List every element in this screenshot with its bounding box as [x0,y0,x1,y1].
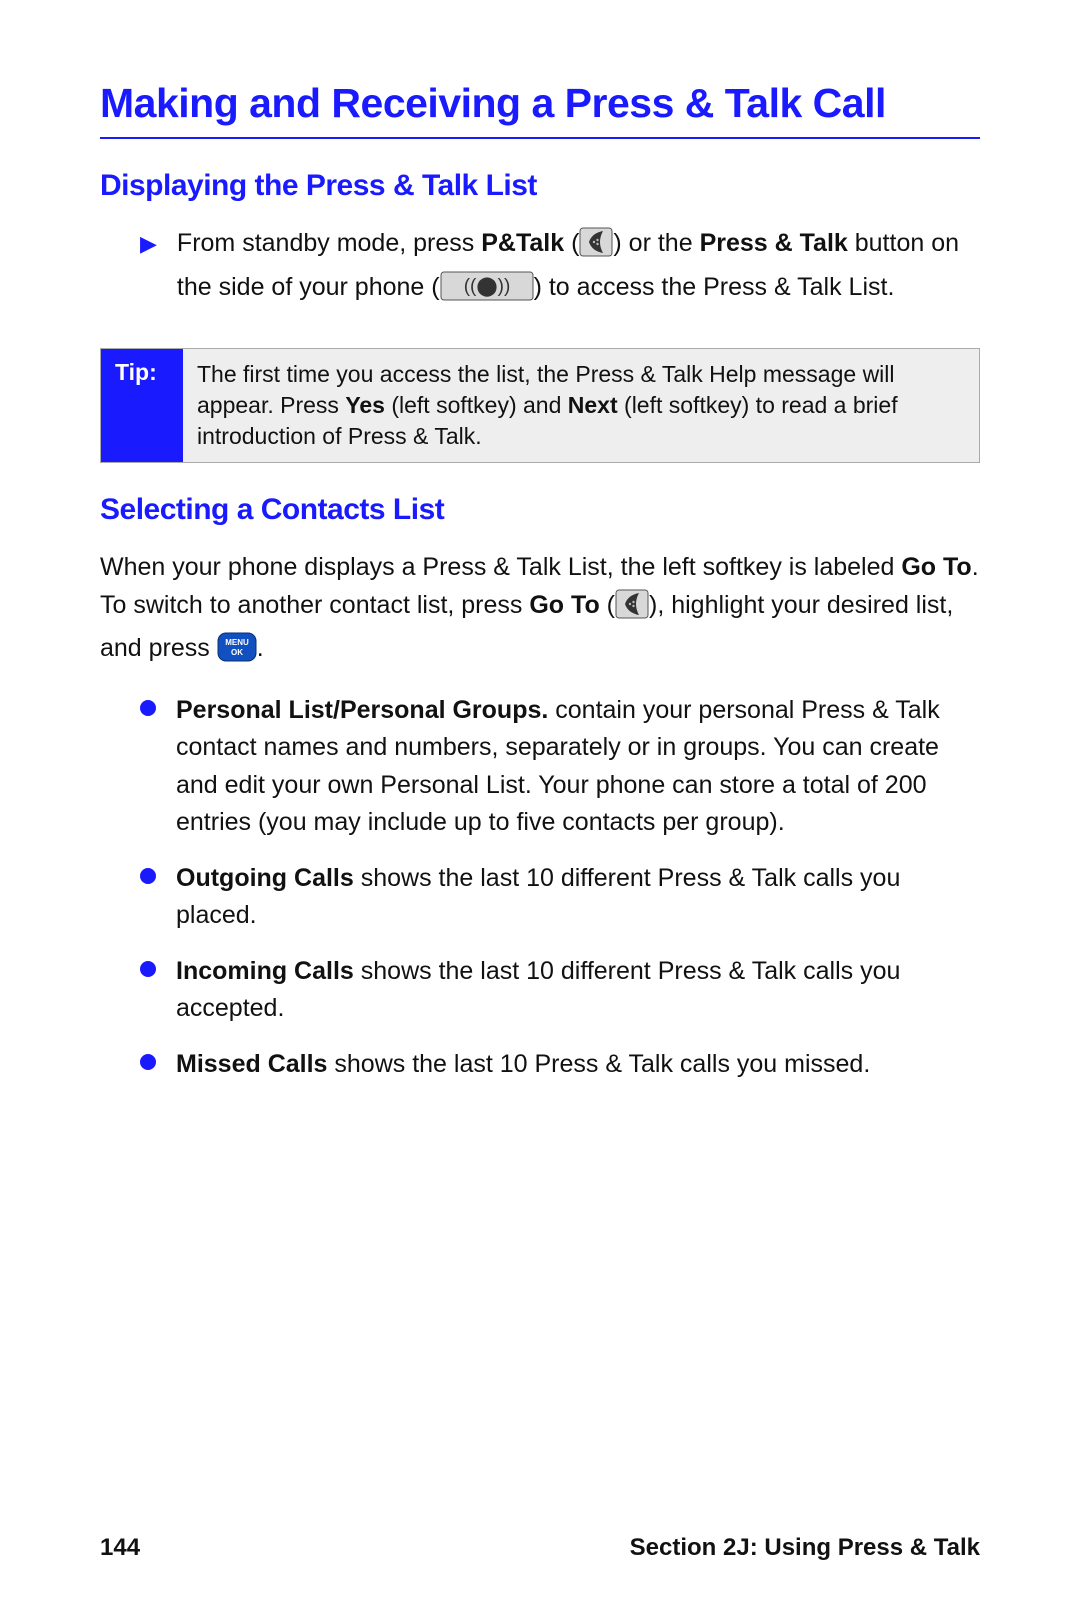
menu-ok-key-icon: MENU OK [217,632,257,674]
contacts-list-options: Personal List/Personal Groups. contain y… [140,692,980,1084]
text-bold: P&Talk [481,229,564,257]
list-item: Incoming Calls shows the last 10 differe… [140,953,980,1028]
text-bold: Go To [529,591,599,619]
text-bold: Yes [345,392,385,418]
text: (left softkey) and [385,392,568,418]
side-button-icon: ((⬤)) [440,271,534,313]
text-bold: Outgoing Calls [176,864,354,892]
ptalk-softkey-icon [579,227,613,269]
svg-text:((⬤)): ((⬤)) [463,276,510,297]
paragraph: When your phone displays a Press & Talk … [100,549,980,674]
heading-display-list: Displaying the Press & Talk List [100,169,980,203]
step-row: ▶ From standby mode, press P&Talk ( ) or… [140,225,980,312]
svg-text:OK: OK [231,648,243,657]
text: ( [600,591,615,619]
ptalk-softkey-icon [615,589,649,631]
list-item: Missed Calls shows the last 10 Press & T… [140,1046,980,1084]
text: ) to access the Press & Talk List. [534,273,895,301]
step-text: From standby mode, press P&Talk ( ) or t… [177,225,980,312]
svg-text:MENU: MENU [225,638,249,647]
text: . [257,634,264,662]
page-title: Making and Receiving a Press & Talk Call [100,80,980,139]
tip-box: Tip: The first time you access the list,… [100,348,980,463]
text-bold: Missed Calls [176,1050,327,1078]
text-bold: Go To [901,553,971,581]
tip-label: Tip: [101,349,183,462]
list-item: Personal List/Personal Groups. contain y… [140,692,980,842]
text: ( [564,229,579,257]
text: From standby mode, press [177,229,481,257]
tip-content: The first time you access the list, the … [183,349,979,462]
text: When your phone displays a Press & Talk … [100,553,901,581]
text: ) or the [613,229,699,257]
text-bold: Next [568,392,618,418]
text-bold: Incoming Calls [176,957,354,985]
list-item: Outgoing Calls shows the last 10 differe… [140,860,980,935]
page-number: 144 [100,1534,140,1562]
text: shows the last 10 Press & Talk calls you… [327,1050,870,1078]
text-bold: Personal List/Personal Groups. [176,696,548,724]
heading-selecting: Selecting a Contacts List [100,493,980,527]
page-footer: 144 Section 2J: Using Press & Talk [100,1534,980,1562]
text-bold: Press & Talk [700,229,848,257]
section-label: Section 2J: Using Press & Talk [630,1534,980,1562]
triangle-bullet-icon: ▶ [140,225,157,262]
